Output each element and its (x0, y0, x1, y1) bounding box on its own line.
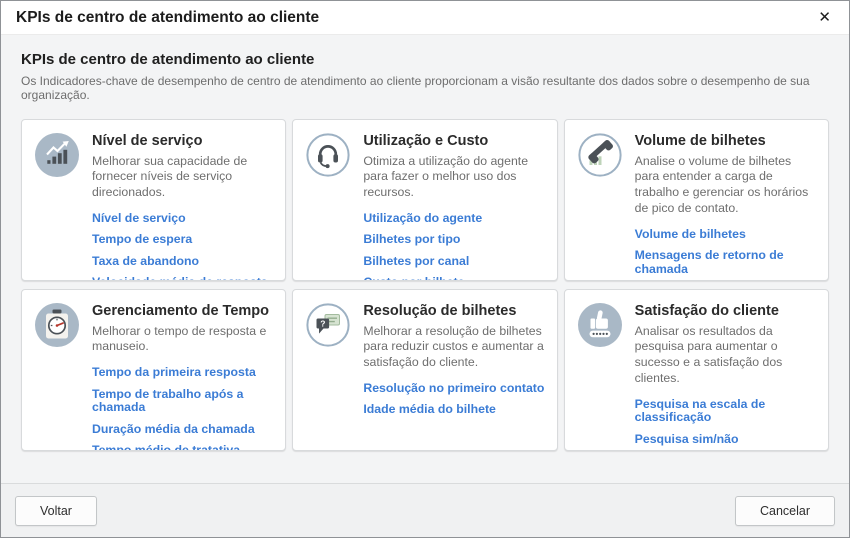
kpi-card-links: Utilização do agente Bilhetes por tipo Bil… (363, 212, 546, 281)
kpi-card-title: Satisfação do cliente (635, 303, 818, 320)
svg-text:?: ? (321, 319, 326, 329)
kpi-link-satisfacao-do-cliente-1[interactable]: Pesquisa sim/não (635, 433, 818, 447)
kpi-card-title: Utilização e Custo (363, 133, 546, 150)
chat-bubbles-icon: ? (306, 303, 350, 347)
kpi-link-utilizacao-e-custo-0[interactable]: Utilização do agente (363, 212, 546, 226)
kpi-card-utilizacao-e-custo: Utilização e Custo Otimiza a utilização … (292, 119, 557, 281)
kpi-link-nivel-de-servico-0[interactable]: Nível de serviço (92, 212, 275, 226)
bar-chart-growth-icon (35, 133, 79, 177)
kpi-link-resolucao-de-bilhetes-0[interactable]: Resolução no primeiro contato (363, 382, 546, 396)
kpi-card-nivel-de-servico: Nível de serviço Melhorar sua capacidade… (21, 119, 286, 281)
kpi-card-title: Nível de serviço (92, 133, 275, 150)
kpi-card-satisfacao-do-cliente: Satisfação do cliente Analisar os result… (564, 289, 829, 451)
kpi-link-volume-de-bilhetes-0[interactable]: Volume de bilhetes (635, 228, 818, 242)
kpi-link-nivel-de-servico-3[interactable]: Velocidade média de resposta (92, 276, 275, 281)
kpi-link-nivel-de-servico-1[interactable]: Tempo de espera (92, 233, 275, 247)
kpi-card-description: Otimiza a utilização do agente para faze… (363, 154, 546, 201)
kpi-card-volume-de-bilhetes: Volume de bilhetes Analise o volume de b… (564, 119, 829, 281)
dialog-body: KPIs de centro de atendimento ao cliente… (1, 35, 849, 483)
dialog-title: KPIs de centro de atendimento ao cliente (16, 9, 319, 27)
headset-icon (306, 133, 350, 177)
kpi-dialog: KPIs de centro de atendimento ao cliente… (0, 0, 850, 538)
kpi-card-links: Pesquisa na escala de classificação Pesqu… (635, 398, 818, 451)
dialog-footer: Voltar Cancelar (1, 483, 849, 537)
kpi-link-volume-de-bilhetes-1[interactable]: Mensagens de retorno de chamada (635, 249, 818, 276)
page-title: KPIs de centro de atendimento ao cliente (21, 51, 829, 68)
kpi-card-title: Resolução de bilhetes (363, 303, 546, 320)
kpi-link-utilizacao-e-custo-3[interactable]: Custo por bilhete (363, 276, 546, 281)
kpi-link-gerenciamento-de-tempo-3[interactable]: Tempo médio de tratativa (92, 444, 275, 451)
kpi-card-title: Gerenciamento de Tempo (92, 303, 275, 320)
kpi-card-title: Volume de bilhetes (635, 133, 818, 150)
dialog-titlebar: KPIs de centro de atendimento ao cliente… (1, 1, 849, 35)
page-subtitle: Os Indicadores-chave de desempenho de ce… (21, 74, 829, 102)
phone-volume-icon (578, 133, 622, 177)
stopwatch-icon (35, 303, 79, 347)
kpi-card-resolucao-de-bilhetes: ? Resolução de bilhetes Melhorar a resol… (292, 289, 557, 451)
kpi-card-description: Analisar os resultados da pesquisa para … (635, 324, 818, 387)
kpi-link-gerenciamento-de-tempo-0[interactable]: Tempo da primeira resposta (92, 366, 275, 380)
kpi-card-links: Volume de bilhetes Mensagens de retorno d… (635, 228, 818, 281)
kpi-link-gerenciamento-de-tempo-1[interactable]: Tempo de trabalho após a chamada (92, 388, 275, 415)
kpi-card-gerenciamento-de-tempo: Gerenciamento de Tempo Melhorar o tempo … (21, 289, 286, 451)
kpi-link-satisfacao-do-cliente-0[interactable]: Pesquisa na escala de classificação (635, 398, 818, 425)
back-button[interactable]: Voltar (15, 496, 97, 526)
kpi-card-links: Nível de serviço Tempo de espera Taxa de a… (92, 212, 275, 281)
kpi-card-description: Melhorar o tempo de resposta e manuseio. (92, 324, 275, 355)
thumbs-up-icon (578, 303, 622, 347)
close-icon[interactable]: ✕ (814, 7, 835, 28)
kpi-card-links: Tempo da primeira resposta Tempo de traba… (92, 366, 275, 451)
kpi-card-description: Analise o volume de bilhetes para entend… (635, 154, 818, 217)
kpi-link-utilizacao-e-custo-1[interactable]: Bilhetes por tipo (363, 233, 546, 247)
kpi-link-gerenciamento-de-tempo-2[interactable]: Duração média da chamada (92, 423, 275, 437)
kpi-card-grid: Nível de serviço Melhorar sua capacidade… (21, 119, 829, 451)
kpi-card-links: Resolução no primeiro contato Idade média… (363, 382, 546, 417)
kpi-card-description: Melhorar a resolução de bilhetes para re… (363, 324, 546, 371)
kpi-link-resolucao-de-bilhetes-1[interactable]: Idade média do bilhete (363, 403, 546, 417)
kpi-link-utilizacao-e-custo-2[interactable]: Bilhetes por canal (363, 255, 546, 269)
kpi-link-nivel-de-servico-2[interactable]: Taxa de abandono (92, 255, 275, 269)
cancel-button[interactable]: Cancelar (735, 496, 835, 526)
kpi-card-description: Melhorar sua capacidade de fornecer níve… (92, 154, 275, 201)
